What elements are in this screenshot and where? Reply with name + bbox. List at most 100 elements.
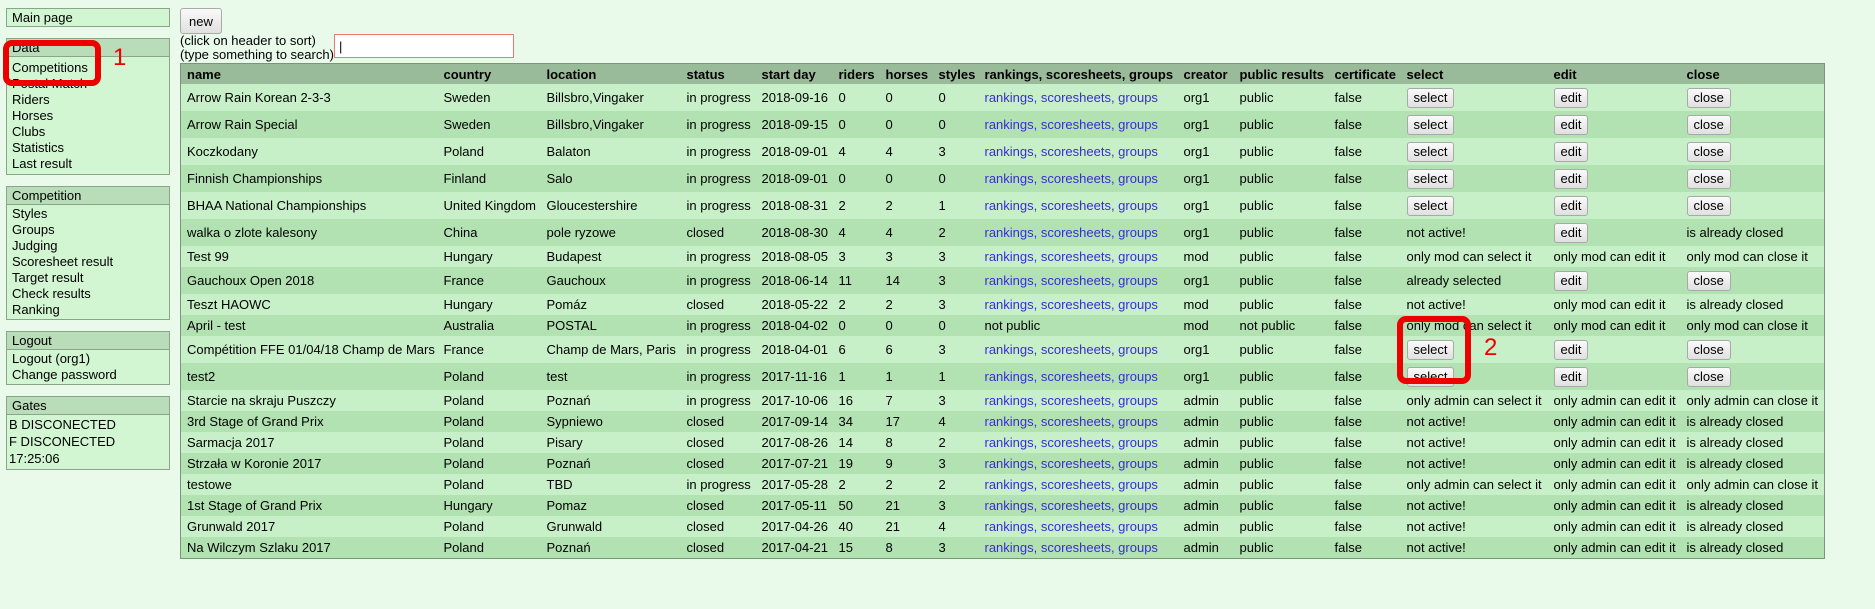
col-header-public-results[interactable]: public results bbox=[1233, 63, 1329, 84]
rankings-scoresheets-groups-link[interactable]: rankings, scoresheets, groups bbox=[985, 414, 1158, 429]
col-header-links[interactable]: rankings, scoresheets, groups bbox=[978, 63, 1178, 84]
edit-button[interactable]: edit bbox=[1553, 195, 1589, 216]
col-header-edit[interactable]: edit bbox=[1547, 63, 1681, 84]
cell-start-day: 2018-09-01 bbox=[755, 138, 833, 165]
edit-button[interactable]: edit bbox=[1553, 87, 1589, 108]
cell-public-results: public bbox=[1233, 267, 1329, 294]
edit-button[interactable]: edit bbox=[1553, 141, 1589, 162]
close-button[interactable]: close bbox=[1686, 195, 1731, 216]
table-row: Grunwald 2017 Poland Grunwald closed 2017-04… bbox=[180, 516, 1825, 537]
col-header-close[interactable]: close bbox=[1680, 63, 1825, 84]
rankings-scoresheets-groups-link[interactable]: rankings, scoresheets, groups bbox=[985, 117, 1158, 132]
sidebar-item-last-result[interactable]: Last result bbox=[7, 156, 169, 172]
close-button[interactable]: close bbox=[1686, 366, 1731, 387]
cell-start-day: 2017-05-11 bbox=[755, 495, 833, 516]
select-button[interactable]: select bbox=[1406, 87, 1455, 108]
rankings-scoresheets-groups-link[interactable]: rankings, scoresheets, groups bbox=[985, 273, 1158, 288]
col-header-select[interactable]: select bbox=[1400, 63, 1548, 84]
rankings-scoresheets-groups-link[interactable]: rankings, scoresheets, groups bbox=[985, 456, 1158, 471]
gate-f-status: F DISCONECTED bbox=[9, 434, 116, 449]
sidebar-item-target-result[interactable]: Target result bbox=[7, 270, 169, 286]
rankings-scoresheets-groups-link[interactable]: rankings, scoresheets, groups bbox=[985, 90, 1158, 105]
rankings-scoresheets-groups-link[interactable]: rankings, scoresheets, groups bbox=[985, 540, 1158, 555]
close-button[interactable]: close bbox=[1686, 141, 1731, 162]
sidebar-item-groups[interactable]: Groups bbox=[7, 222, 169, 238]
change-password-link[interactable]: Change password bbox=[7, 367, 169, 383]
col-header-country[interactable]: country bbox=[437, 63, 541, 84]
sidebar-item-statistics[interactable]: Statistics bbox=[7, 140, 169, 156]
sidebar-item-styles[interactable]: Styles bbox=[7, 206, 169, 222]
col-header-styles[interactable]: styles bbox=[932, 63, 979, 84]
rankings-scoresheets-groups-link[interactable]: rankings, scoresheets, groups bbox=[985, 225, 1158, 240]
cell-start-day: 2018-09-16 bbox=[755, 84, 833, 111]
sidebar-item-judging[interactable]: Judging bbox=[7, 238, 169, 254]
rankings-scoresheets-groups-link[interactable]: rankings, scoresheets, groups bbox=[985, 435, 1158, 450]
table-row: Koczkodany Poland Balaton in progress 2018-0… bbox=[180, 138, 1825, 165]
table-row: Teszt HAOWC Hungary Pomáz closed 2018-05-22 2… bbox=[180, 294, 1825, 315]
select-button[interactable]: select bbox=[1406, 168, 1455, 189]
edit-button[interactable]: edit bbox=[1553, 270, 1589, 291]
col-header-horses[interactable]: horses bbox=[879, 63, 933, 84]
rankings-scoresheets-groups-link[interactable]: rankings, scoresheets, groups bbox=[985, 249, 1158, 264]
search-input[interactable] bbox=[334, 34, 514, 58]
cell-public-results: public bbox=[1233, 336, 1329, 363]
sidebar-item-riders[interactable]: Riders bbox=[7, 92, 169, 108]
edit-button[interactable]: edit bbox=[1553, 339, 1589, 360]
table-row: Finnish Championships Finland Salo in progr… bbox=[180, 165, 1825, 192]
col-header-start-day[interactable]: start day bbox=[755, 63, 833, 84]
cell-certificate: false bbox=[1328, 516, 1401, 537]
col-header-certificate[interactable]: certificate bbox=[1328, 63, 1401, 84]
toolbar: new (click on header to sort) (type some… bbox=[180, 8, 514, 62]
select-button[interactable]: select bbox=[1406, 141, 1455, 162]
cell-location: Budapest bbox=[540, 246, 681, 267]
cell-public-results: public bbox=[1233, 165, 1329, 192]
edit-button[interactable]: edit bbox=[1553, 366, 1589, 387]
cell-country: Hungary bbox=[437, 246, 541, 267]
cell-start-day: 2018-09-15 bbox=[755, 111, 833, 138]
cell-close: only mod can close it bbox=[1680, 246, 1825, 267]
sidebar-item-ranking[interactable]: Ranking bbox=[7, 302, 169, 318]
col-header-location[interactable]: location bbox=[540, 63, 681, 84]
close-button[interactable]: close bbox=[1686, 168, 1731, 189]
cell-edit: edit bbox=[1547, 336, 1681, 363]
new-button[interactable]: new bbox=[180, 8, 222, 34]
cell-styles: 1 bbox=[932, 363, 979, 390]
rankings-scoresheets-groups-link[interactable]: rankings, scoresheets, groups bbox=[985, 519, 1158, 534]
col-header-name[interactable]: name bbox=[180, 63, 438, 84]
rankings-scoresheets-groups-link[interactable]: rankings, scoresheets, groups bbox=[985, 171, 1158, 186]
cell-creator: admin bbox=[1177, 411, 1234, 432]
cell-public-results: public bbox=[1233, 432, 1329, 453]
col-header-status[interactable]: status bbox=[680, 63, 756, 84]
close-button[interactable]: close bbox=[1686, 114, 1731, 135]
cell-edit: edit bbox=[1547, 219, 1681, 246]
cell-styles: 4 bbox=[932, 516, 979, 537]
close-button[interactable]: close bbox=[1686, 87, 1731, 108]
sidebar-item-horses[interactable]: Horses bbox=[7, 108, 169, 124]
main-page-link[interactable]: Main page bbox=[7, 9, 169, 26]
cell-status: closed bbox=[680, 411, 756, 432]
rankings-scoresheets-groups-link[interactable]: rankings, scoresheets, groups bbox=[985, 297, 1158, 312]
select-button[interactable]: select bbox=[1406, 114, 1455, 135]
sidebar-item-scoresheet-result[interactable]: Scoresheet result bbox=[7, 254, 169, 270]
rankings-scoresheets-groups-link[interactable]: rankings, scoresheets, groups bbox=[985, 369, 1158, 384]
cell-country: Poland bbox=[437, 138, 541, 165]
edit-button[interactable]: edit bbox=[1553, 168, 1589, 189]
col-header-riders[interactable]: riders bbox=[832, 63, 880, 84]
edit-button[interactable]: edit bbox=[1553, 114, 1589, 135]
cell-edit: only mod can edit it bbox=[1547, 315, 1681, 336]
rankings-scoresheets-groups-link[interactable]: rankings, scoresheets, groups bbox=[985, 393, 1158, 408]
close-button[interactable]: close bbox=[1686, 339, 1731, 360]
col-header-creator[interactable]: creator bbox=[1177, 63, 1234, 84]
rankings-scoresheets-groups-link[interactable]: rankings, scoresheets, groups bbox=[985, 342, 1158, 357]
sidebar-item-clubs[interactable]: Clubs bbox=[7, 124, 169, 140]
logout-link[interactable]: Logout (org1) bbox=[7, 351, 169, 367]
close-button[interactable]: close bbox=[1686, 270, 1731, 291]
rankings-scoresheets-groups-link[interactable]: rankings, scoresheets, groups bbox=[985, 477, 1158, 492]
sidebar-item-check-results[interactable]: Check results bbox=[7, 286, 169, 302]
rankings-scoresheets-groups-link[interactable]: rankings, scoresheets, groups bbox=[985, 144, 1158, 159]
select-button[interactable]: select bbox=[1406, 195, 1455, 216]
cell-status: closed bbox=[680, 453, 756, 474]
edit-button[interactable]: edit bbox=[1553, 222, 1589, 243]
rankings-scoresheets-groups-link[interactable]: rankings, scoresheets, groups bbox=[985, 498, 1158, 513]
rankings-scoresheets-groups-link[interactable]: rankings, scoresheets, groups bbox=[985, 198, 1158, 213]
